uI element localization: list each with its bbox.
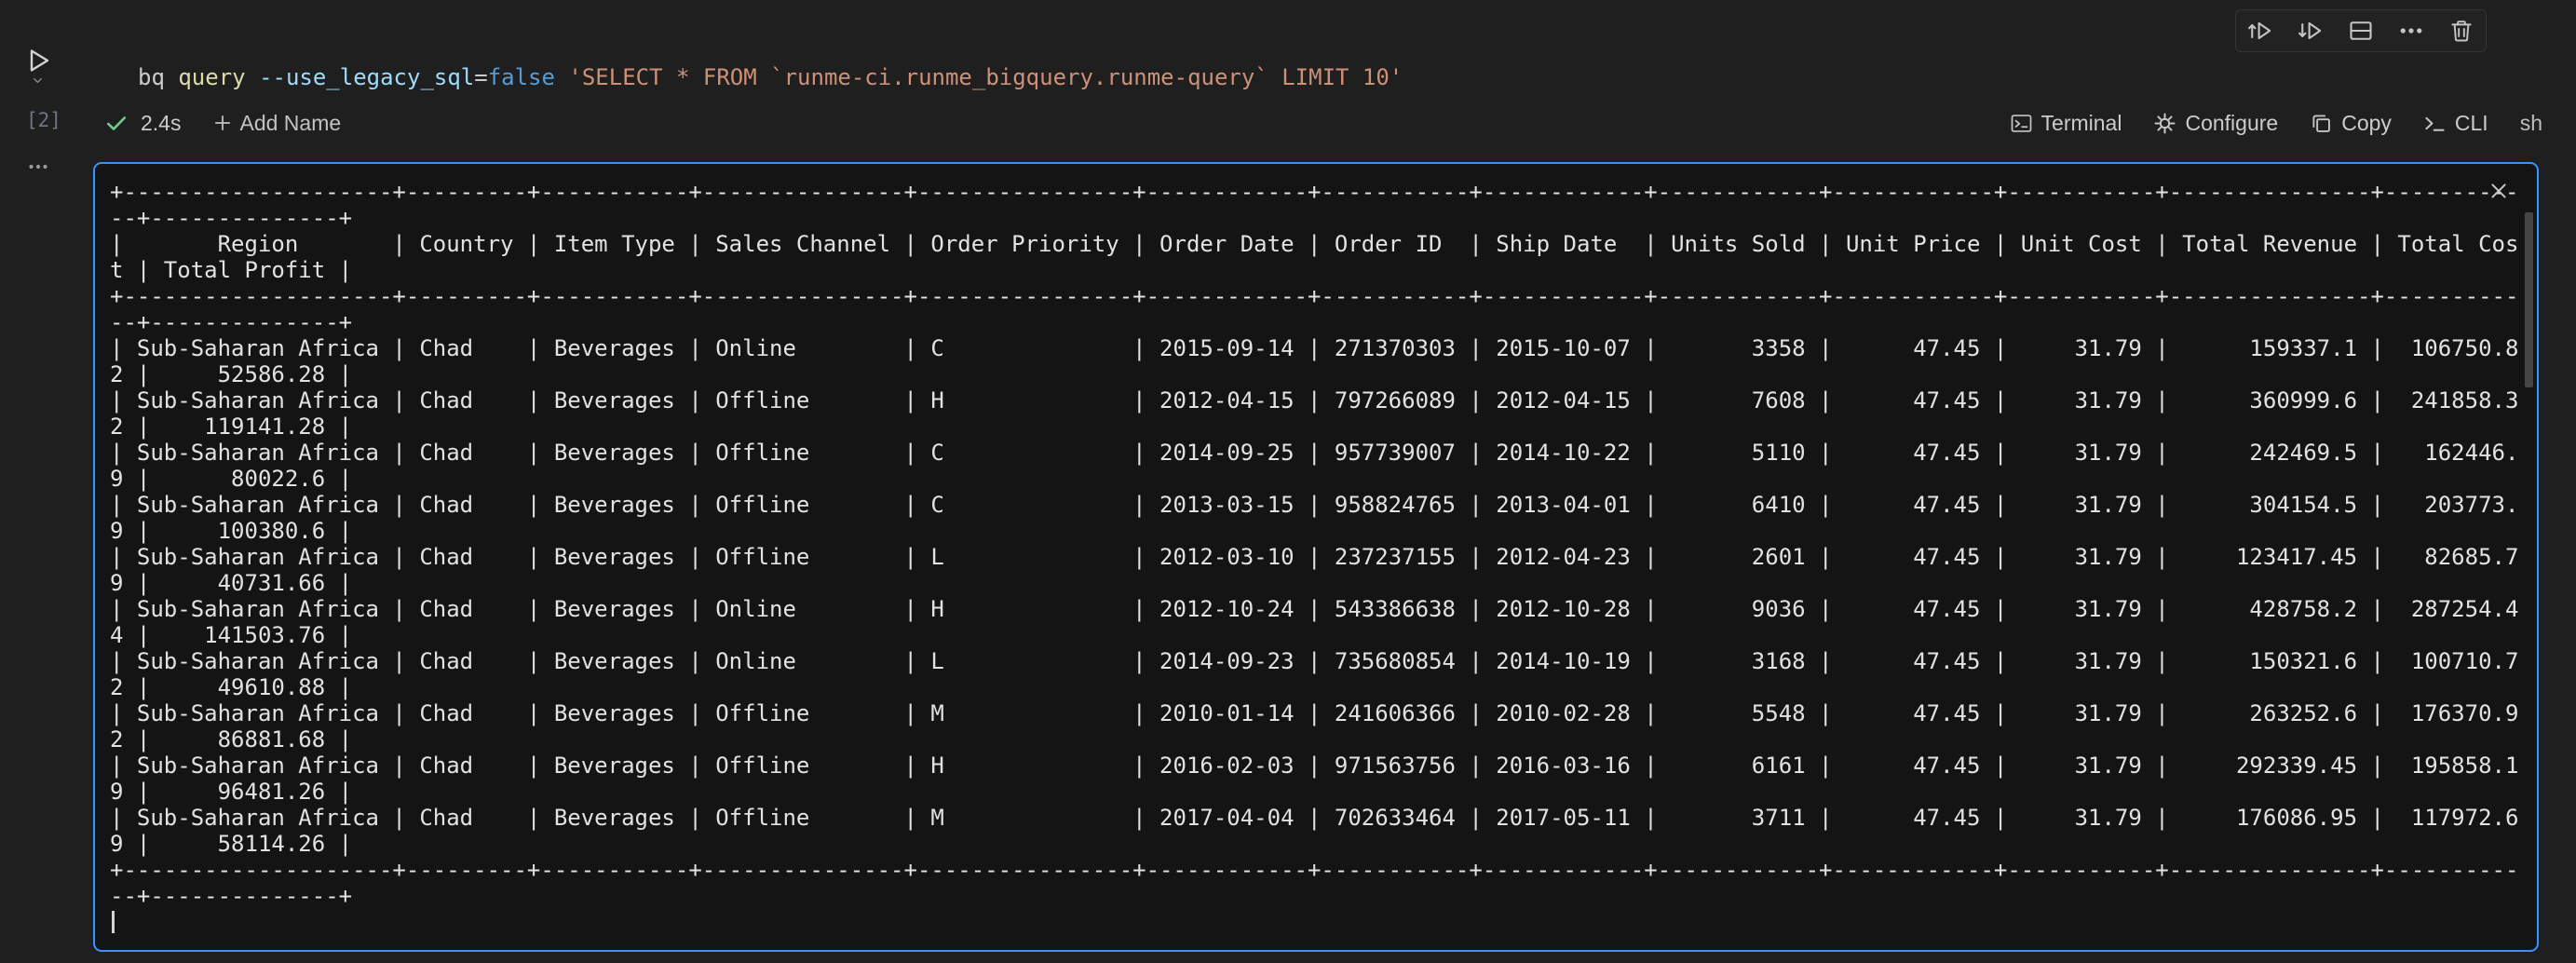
terminal-line: 9 | 80022.6 |: [110, 466, 2518, 492]
execution-duration: 2.4s: [141, 111, 181, 136]
terminal-line: --+--------------+: [110, 205, 2518, 231]
split-cell-icon: [2348, 18, 2374, 44]
terminal-toggle-button[interactable]: Terminal: [2010, 111, 2122, 136]
cli-icon: [2423, 112, 2447, 135]
terminal-line: [110, 909, 2518, 935]
close-icon: [2488, 180, 2510, 202]
terminal-icon: [2010, 112, 2033, 135]
terminal-line: | Sub-Saharan Africa | Chad | Beverages …: [110, 648, 2518, 674]
terminal-cursor: [112, 911, 115, 933]
terminal-line: | Region | Country | Item Type | Sales C…: [110, 231, 2518, 257]
run-above-button[interactable]: [2242, 12, 2279, 49]
trash-icon: [2448, 18, 2474, 44]
terminal-line: 9 | 58114.26 |: [110, 831, 2518, 857]
close-output-button[interactable]: [2485, 177, 2513, 205]
terminal-line: +--------------------+---------+--------…: [110, 857, 2518, 883]
copy-button[interactable]: Copy: [2310, 111, 2392, 136]
terminal-line: 9 | 40731.66 |: [110, 570, 2518, 596]
code-token-flag: --use_legacy_sql: [259, 64, 474, 90]
code-token-subcommand: query: [178, 64, 259, 90]
cell-status-actions: Terminal Configure Copy CLI sh: [2010, 105, 2542, 141]
terminal-line: 9 | 100380.6 |: [110, 518, 2518, 544]
more-actions-button[interactable]: [2393, 12, 2430, 49]
cli-button-label: CLI: [2455, 111, 2488, 136]
copy-button-label: Copy: [2341, 111, 2392, 136]
code-token-value: false: [488, 64, 569, 90]
terminal-line: 2 | 52586.28 |: [110, 361, 2518, 387]
copy-icon: [2310, 112, 2333, 135]
chevron-down-icon: [32, 75, 44, 87]
terminal-button-label: Terminal: [2041, 111, 2122, 136]
terminal-line: | Sub-Saharan Africa | Chad | Beverages …: [110, 596, 2518, 622]
plus-icon: [212, 113, 233, 133]
more-actions-icon: [2398, 18, 2424, 44]
terminal-line: 4 | 141503.76 |: [110, 622, 2518, 648]
run-below-button[interactable]: [2292, 12, 2329, 49]
language-selector[interactable]: sh: [2520, 111, 2542, 136]
terminal-line: 2 | 49610.88 |: [110, 674, 2518, 700]
cell-status-left: 2.4s Add Name: [104, 105, 341, 141]
terminal-line: | Sub-Saharan Africa | Chad | Beverages …: [110, 492, 2518, 518]
add-name-label: Add Name: [239, 111, 341, 136]
run-above-icon: [2247, 18, 2273, 44]
configure-button-label: Configure: [2185, 111, 2278, 136]
cell-toolbar: [2235, 9, 2487, 52]
cell-status-bar: 2.4s Add Name Terminal Configure Copy CL…: [0, 105, 2576, 141]
terminal-line: | Sub-Saharan Africa | Chad | Beverages …: [110, 700, 2518, 726]
terminal-line: | Sub-Saharan Africa | Chad | Beverages …: [110, 387, 2518, 414]
terminal-line: +--------------------+---------+--------…: [110, 283, 2518, 309]
terminal-line: --+--------------+: [110, 309, 2518, 335]
gear-icon: [2153, 112, 2176, 135]
output-options-button[interactable]: [24, 156, 52, 177]
code-token-command: bq: [138, 64, 178, 90]
success-check-icon: [104, 111, 129, 135]
code-token-equals: =: [474, 64, 487, 90]
delete-cell-button[interactable]: [2443, 12, 2480, 49]
ellipsis-icon: [27, 156, 49, 178]
terminal-output-panel[interactable]: +--------------------+---------+--------…: [93, 162, 2539, 952]
code-token-string: 'SELECT * FROM `runme-ci.runme_bigquery.…: [568, 64, 1403, 90]
add-name-button[interactable]: Add Name: [212, 111, 341, 136]
terminal-line: | Sub-Saharan Africa | Chad | Beverages …: [110, 440, 2518, 466]
run-below-icon: [2298, 18, 2324, 44]
terminal-line: --+--------------+: [110, 883, 2518, 909]
terminal-line: | Sub-Saharan Africa | Chad | Beverages …: [110, 753, 2518, 779]
configure-button[interactable]: Configure: [2153, 111, 2278, 136]
terminal-line: +--------------------+---------+--------…: [110, 179, 2518, 205]
terminal-line: 9 | 96481.26 |: [110, 779, 2518, 805]
cli-button[interactable]: CLI: [2423, 111, 2488, 136]
terminal-line: | Sub-Saharan Africa | Chad | Beverages …: [110, 805, 2518, 831]
terminal-line: 2 | 86881.68 |: [110, 726, 2518, 753]
terminal-line: 2 | 119141.28 |: [110, 414, 2518, 440]
terminal-scrollbar[interactable]: [2525, 212, 2533, 387]
run-cell-button[interactable]: [15, 39, 60, 93]
split-cell-button[interactable]: [2342, 12, 2379, 49]
terminal-line: t | Total Profit |: [110, 257, 2518, 283]
play-icon: [22, 46, 52, 75]
terminal-text: +--------------------+---------+--------…: [110, 179, 2518, 935]
terminal-line: | Sub-Saharan Africa | Chad | Beverages …: [110, 335, 2518, 361]
code-editor[interactable]: bq query --use_legacy_sql=false 'SELECT …: [138, 61, 1403, 93]
terminal-line: | Sub-Saharan Africa | Chad | Beverages …: [110, 544, 2518, 570]
